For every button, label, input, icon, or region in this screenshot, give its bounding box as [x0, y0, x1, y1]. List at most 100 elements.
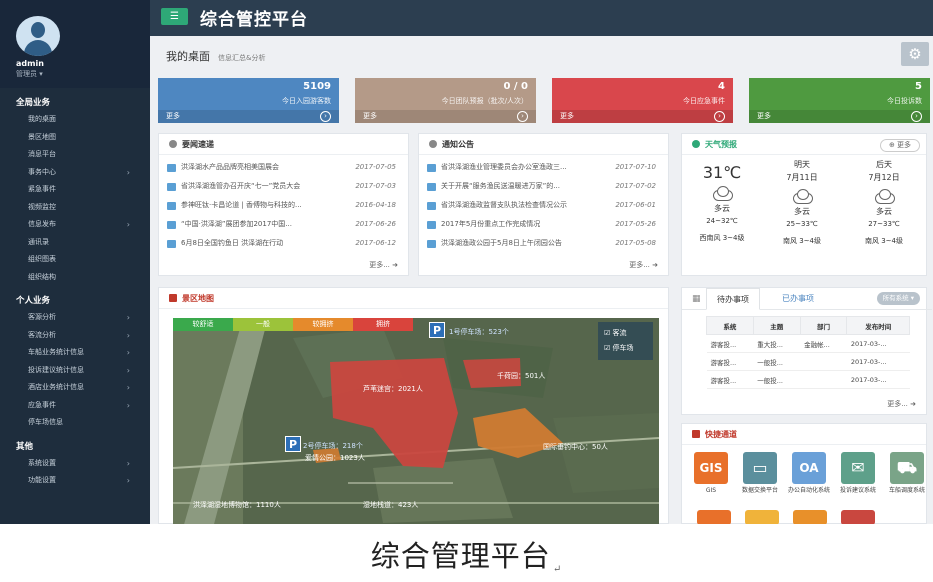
- stat-more-link[interactable]: 更多 ›: [552, 110, 733, 123]
- news-item[interactable]: 参神旺钛·卡昌论道 | 香傅物与科技的... 2016-04-18: [159, 196, 408, 215]
- quick-link[interactable]: GIS GIS: [686, 452, 736, 495]
- sidebar-item-label: 车船业务统计信息: [28, 348, 84, 356]
- sidebar-item[interactable]: 消息平台: [0, 146, 150, 164]
- quick-link[interactable]: ▭ 数据交换平台: [735, 452, 785, 495]
- news-more-link[interactable]: 更多... ➜: [369, 260, 398, 270]
- sidebar-item[interactable]: 客源分析 ›: [0, 309, 150, 327]
- parking-icon[interactable]: P: [429, 322, 445, 338]
- tab-done[interactable]: 已办事项: [772, 288, 824, 310]
- sidebar-item[interactable]: 视频监控: [0, 199, 150, 217]
- table-row[interactable]: 游客投... 一般投... 2017-03-...: [706, 370, 910, 389]
- quick-item-icon[interactable]: [793, 510, 827, 524]
- document-icon: [427, 221, 436, 229]
- notice-item[interactable]: 2017年5月份重点工作完成情况 2017-05-26: [419, 215, 668, 234]
- user-name: admin: [16, 59, 44, 68]
- weather-title: 天气预报: [705, 140, 737, 149]
- sidebar-item[interactable]: 应急事件 ›: [0, 397, 150, 415]
- notice-more-link[interactable]: 更多... ➜: [629, 260, 658, 270]
- notice-more-label: 更多...: [629, 261, 650, 269]
- weather-more-button[interactable]: ⊕ 更多: [880, 139, 920, 152]
- notice-item-date: 2017-06-01: [615, 201, 656, 209]
- news-item[interactable]: 洪泽湖水产品品牌亮相美国展会 2017-07-05: [159, 158, 408, 177]
- notice-item-date: 2017-07-10: [615, 163, 656, 171]
- sidebar-item[interactable]: 紧急事件: [0, 181, 150, 199]
- news-item[interactable]: 6月8日全国钓鱼日 洪泽湖在行动 2017-06-12: [159, 234, 408, 253]
- stat-card[interactable]: 5 今日投诉数 更多 ›: [749, 78, 930, 123]
- quick-item-icon[interactable]: [697, 510, 731, 524]
- sidebar-item[interactable]: 酒店业务统计信息 ›: [0, 379, 150, 397]
- stat-card[interactable]: 4 今日应急事件 更多 ›: [552, 78, 733, 123]
- quick-link-label: GIS: [705, 487, 717, 494]
- quick-item-icon[interactable]: [745, 510, 779, 524]
- sidebar-item[interactable]: 我的桌面: [0, 111, 150, 129]
- sidebar-item[interactable]: 客流分析 ›: [0, 327, 150, 345]
- quick-link-icon: GIS: [694, 452, 728, 484]
- table-header[interactable]: 系统: [706, 316, 754, 335]
- sidebar-group-title: 其他: [16, 441, 34, 452]
- arrow-right-circle-icon: ›: [320, 111, 331, 122]
- todo-more-link[interactable]: 更多... ➜: [887, 399, 916, 409]
- grid-icon: ▦: [692, 294, 701, 304]
- news-item[interactable]: “中国·洪泽湖”展团参加2017中国... 2017-06-26: [159, 215, 408, 234]
- stat-value: 5: [915, 81, 922, 92]
- quick-panel: 快捷通道 GIS GIS ▭ 数据交换平台 OA 办公自动化系统 ✉ 投诉建议系统 ⛟ 车船调度系…: [681, 423, 927, 524]
- sidebar-item[interactable]: 组织结构: [0, 269, 150, 287]
- sidebar-item[interactable]: 景区地图: [0, 129, 150, 147]
- document-icon: [167, 202, 176, 210]
- quick-link[interactable]: ✉ 投诉建议系统: [833, 452, 883, 495]
- sidebar-item[interactable]: 停车场信息: [0, 414, 150, 432]
- weather-day-range: 27~33℃: [868, 220, 900, 228]
- table-row[interactable]: 游客投... 重大投... 金融帐... 2017-03-...: [706, 334, 910, 353]
- parking-icon[interactable]: P: [285, 436, 301, 452]
- notice-item[interactable]: 洪泽湖渔政公园于5月8日上午闭园公告 2017-05-08: [419, 234, 668, 253]
- notice-item[interactable]: 省洪泽湖渔政监督支队执法检查情况公示 2017-06-01: [419, 196, 668, 215]
- table-row[interactable]: 游客投... 一般投... 2017-03-...: [706, 352, 910, 371]
- notice-item[interactable]: 关于开展“服务渔民送温暖进万家”的... 2017-07-02: [419, 177, 668, 196]
- figure-caption: 综合管理平台 ↵: [0, 533, 933, 575]
- quick-link[interactable]: OA 办公自动化系统: [784, 452, 834, 495]
- map-label-parking-1: 1号停车场：523个: [449, 328, 509, 336]
- scenic-map[interactable]: 较舒适 一般 较拥挤 拥挤 P 1号停车场：523个 P 2号停车场：218个 芦苇迷…: [173, 318, 659, 524]
- quick-item-icon[interactable]: [841, 510, 875, 524]
- weather-day-wind: 南风 3~4级: [865, 237, 903, 245]
- sidebar-item-label: 信息发布: [28, 220, 56, 228]
- sidebar-item-label: 系统设置: [28, 458, 56, 467]
- sidebar-item[interactable]: 信息发布 ›: [0, 216, 150, 234]
- sidebar-item-label: 客源分析: [28, 313, 56, 321]
- stat-card[interactable]: 5109 今日入园游客数 更多 ›: [158, 78, 339, 123]
- chevron-right-icon: ›: [126, 313, 130, 322]
- table-header[interactable]: 部门: [799, 316, 848, 335]
- sidebar-item-label: 投诉建议统计信息: [28, 365, 84, 374]
- menu-toggle-button[interactable]: ☰: [161, 8, 188, 25]
- map-legend-item: 一般: [233, 318, 293, 331]
- news-item[interactable]: 省洪泽湖渔管办召开庆“七一”党员大会 2017-07-03: [159, 177, 408, 196]
- user-role-dropdown[interactable]: 管理员 ▾: [16, 69, 43, 79]
- stat-card[interactable]: 0 / 0 今日团队预报（批次/人次） 更多 ›: [355, 78, 536, 123]
- sidebar-item[interactable]: 事务中心 ›: [0, 164, 150, 182]
- notice-item[interactable]: 省洪泽湖渔业管理委员会办公室渔政三... 2017-07-10: [419, 158, 668, 177]
- sidebar-item[interactable]: 功能设置 ›: [0, 472, 150, 490]
- table-header[interactable]: 发布时间: [846, 316, 910, 335]
- news-icon: [169, 140, 177, 148]
- map-title: 景区地图: [182, 294, 214, 303]
- stat-more-link[interactable]: 更多 ›: [355, 110, 536, 123]
- quick-link[interactable]: ⛟ 车船调度系统: [882, 452, 932, 495]
- tab-pending[interactable]: 待办事项: [706, 288, 760, 310]
- map-layer-label: 客流: [612, 329, 627, 337]
- sidebar-item[interactable]: 组织图表: [0, 251, 150, 269]
- table-header[interactable]: 主题: [752, 316, 801, 335]
- sidebar-item[interactable]: 投诉建议统计信息 ›: [0, 362, 150, 380]
- avatar[interactable]: [16, 16, 60, 56]
- system-filter-select[interactable]: 所有系统 ▾: [876, 292, 920, 305]
- sidebar-item[interactable]: 系统设置 ›: [0, 455, 150, 473]
- cloud-icon: [873, 189, 895, 204]
- stat-more-link[interactable]: 更多 ›: [158, 110, 339, 123]
- sidebar-item[interactable]: 通讯录: [0, 234, 150, 252]
- settings-button[interactable]: ⚙: [901, 42, 929, 66]
- stat-more-link[interactable]: 更多 ›: [749, 110, 930, 123]
- map-label-area5: 湿地栈道：423人: [363, 501, 419, 509]
- map-layer-checkbox[interactable]: ☑ 停车场: [604, 341, 647, 356]
- sidebar-item[interactable]: 车船业务统计信息 ›: [0, 344, 150, 362]
- map-layer-checkbox[interactable]: ☑ 客流: [604, 326, 647, 341]
- map-legend-item: 较拥挤: [293, 318, 353, 331]
